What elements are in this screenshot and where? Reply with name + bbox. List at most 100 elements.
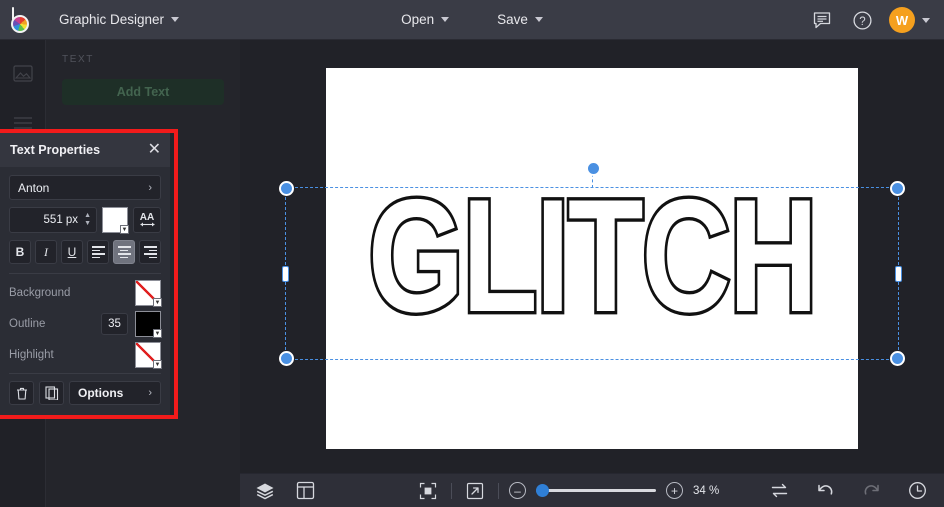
text-color-picker[interactable]: ▼ (102, 207, 128, 233)
bold-button[interactable]: B (9, 240, 31, 264)
history-clock-icon[interactable] (904, 478, 930, 504)
background-label: Background (9, 287, 70, 299)
text-style-row: B I U (9, 240, 161, 264)
layers-icon[interactable] (252, 478, 278, 504)
chevron-down-icon (171, 17, 179, 22)
align-left-icon (92, 246, 105, 258)
background-row: Background ▼ (9, 280, 161, 306)
chevron-down-icon[interactable] (922, 18, 930, 23)
zoom-slider[interactable] (536, 489, 656, 492)
text-properties-footer: Options › (9, 381, 161, 405)
chevron-down-icon[interactable]: ▼ (120, 225, 129, 234)
options-button[interactable]: Options › (69, 381, 161, 405)
resize-handle-bottom-right[interactable] (890, 351, 905, 366)
chevron-down-icon[interactable]: ▼ (153, 298, 162, 307)
text-properties-panel: Text Properties ✕ Anton › 551 px ▲ ▼ (0, 133, 170, 415)
expand-arrow-icon[interactable] (462, 478, 488, 504)
background-controls: ▼ (135, 280, 161, 306)
highlight-label: Highlight (9, 349, 54, 361)
chevron-down-icon[interactable]: ▼ (153, 329, 162, 338)
panel-divider (9, 273, 161, 274)
chevron-right-icon: › (148, 182, 152, 194)
outline-controls: 35 ▼ (101, 311, 161, 337)
delete-button[interactable] (9, 381, 34, 405)
duplicate-button[interactable] (39, 381, 64, 405)
panel-section-label: TEXT (62, 54, 224, 65)
letter-spacing-button[interactable]: AA (133, 207, 161, 233)
top-bar-center-actions: Open Save (322, 7, 622, 32)
align-center-button[interactable] (113, 240, 135, 264)
zoom-slider-knob[interactable] (536, 484, 549, 497)
befunky-logo-icon (10, 7, 34, 33)
stepper-down-icon[interactable]: ▼ (84, 221, 91, 227)
undo-icon[interactable] (812, 478, 838, 504)
open-label: Open (401, 12, 434, 27)
rail-item-image[interactable] (0, 48, 46, 98)
chevron-down-icon (441, 17, 449, 22)
italic-button[interactable]: I (35, 240, 57, 264)
open-button[interactable]: Open (388, 7, 462, 32)
align-left-button[interactable] (87, 240, 109, 264)
chevron-down-icon (535, 17, 543, 22)
panel-divider-2 (9, 373, 161, 374)
zoom-in-button[interactable]: + (666, 482, 683, 499)
add-text-button[interactable]: Add Text (62, 79, 224, 105)
artwork-text[interactable]: GLITCH (315, 176, 868, 337)
swap-arrows-icon[interactable] (766, 478, 792, 504)
highlight-row: Highlight ▼ (9, 342, 161, 368)
font-size-row: 551 px ▲ ▼ ▼ AA (9, 207, 161, 233)
text-properties-highlight-border: Text Properties ✕ Anton › 551 px ▲ ▼ (0, 129, 178, 419)
bottom-bar-center: – + 34 % (415, 478, 727, 504)
app-root: Graphic Designer Open Save (0, 0, 944, 507)
logo-color-wheel (11, 15, 29, 33)
letter-spacing-icon: AA (140, 213, 154, 222)
resize-handle-top-right[interactable] (890, 181, 905, 196)
font-size-input[interactable]: 551 px ▲ ▼ (9, 207, 97, 233)
outline-width-input[interactable]: 35 (101, 313, 128, 335)
align-right-button[interactable] (139, 240, 161, 264)
app-title-dropdown[interactable]: Graphic Designer (48, 7, 190, 32)
resize-handle-middle-right[interactable] (895, 266, 902, 282)
bottom-bar: – + 34 % (240, 473, 944, 507)
top-bar-right-actions: ? W (809, 0, 930, 40)
chat-bubble-icon[interactable] (809, 7, 835, 33)
font-size-stepper[interactable]: ▲ ▼ (84, 213, 91, 227)
resize-handle-top-left[interactable] (279, 181, 294, 196)
resize-handle-middle-left[interactable] (282, 266, 289, 282)
background-color-picker[interactable]: ▼ (135, 280, 161, 306)
chevron-down-icon[interactable]: ▼ (153, 360, 162, 369)
align-right-icon (144, 246, 157, 258)
bottom-bar-divider-2 (498, 483, 499, 499)
top-bar: Graphic Designer Open Save (0, 0, 944, 40)
fit-to-screen-icon[interactable] (415, 478, 441, 504)
resize-handle-bottom-left[interactable] (279, 351, 294, 366)
stepper-up-icon[interactable]: ▲ (84, 213, 91, 219)
bottom-bar-right (766, 478, 930, 504)
highlight-color-picker[interactable]: ▼ (135, 342, 161, 368)
text-properties-body: Anton › 551 px ▲ ▼ ▼ (0, 167, 170, 405)
zoom-percent-label: 34 % (693, 485, 727, 497)
redo-icon[interactable] (858, 478, 884, 504)
avatar[interactable]: W (889, 7, 915, 33)
outline-color-picker[interactable]: ▼ (135, 311, 161, 337)
canvas-area[interactable]: GLITCH (240, 40, 944, 473)
app-title-label: Graphic Designer (59, 12, 164, 27)
chevron-right-icon: › (148, 387, 152, 399)
zoom-out-button[interactable]: – (509, 482, 526, 499)
canvas-page[interactable]: GLITCH (326, 68, 858, 449)
text-properties-header: Text Properties ✕ (0, 133, 170, 167)
align-center-icon (118, 246, 131, 258)
text-properties-title: Text Properties (10, 143, 100, 157)
save-label: Save (497, 12, 528, 27)
outline-label: Outline (9, 318, 45, 330)
logo-container[interactable] (0, 7, 44, 33)
layout-grid-icon[interactable] (292, 478, 318, 504)
close-icon[interactable]: ✕ (148, 142, 161, 158)
options-label: Options (78, 386, 123, 400)
question-circle-icon[interactable]: ? (849, 7, 875, 33)
save-button[interactable]: Save (484, 7, 556, 32)
underline-button[interactable]: U (61, 240, 83, 264)
bottom-bar-left (240, 478, 318, 504)
bottom-bar-divider (451, 483, 452, 499)
font-family-selector[interactable]: Anton › (9, 175, 161, 200)
